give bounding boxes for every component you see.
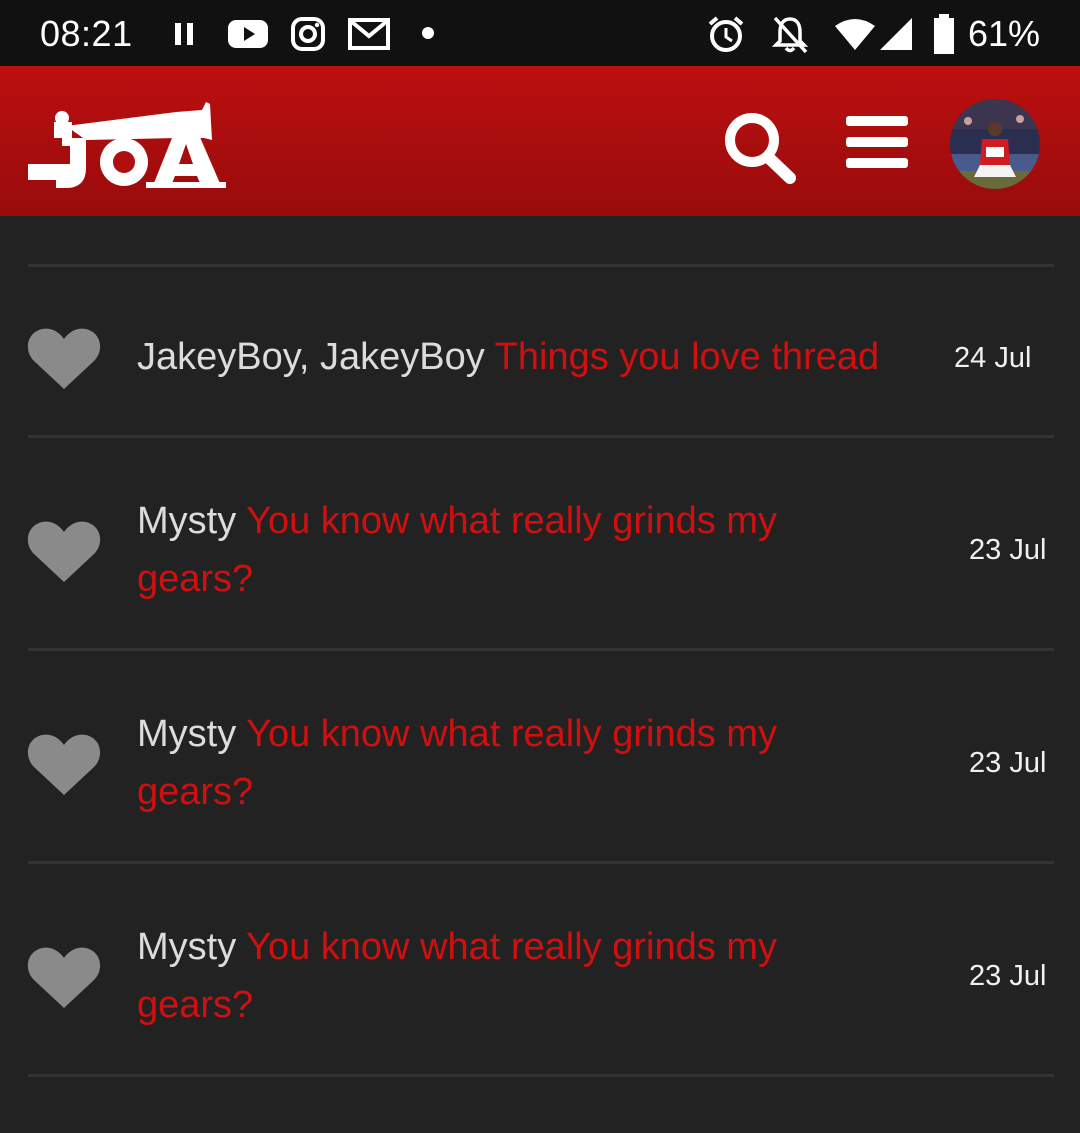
menu-icon [846,116,908,168]
signal-icon [880,18,912,50]
alert-text: Mysty You know what really grinds my gea… [137,705,857,821]
alert-thread-link[interactable]: Things you love thread [495,336,879,378]
heart-icon [27,734,101,795]
app-header [0,66,1080,216]
gmail-icon [348,18,390,50]
alert-user[interactable]: Mysty [137,500,236,542]
alert-text: JakeyBoy, JakeyBoy Things you love threa… [137,328,879,386]
notifications-off-icon [771,16,809,54]
site-logo[interactable] [26,92,226,197]
battery-percentage: 61% [968,13,1041,54]
user-avatar[interactable] [950,99,1040,189]
youtube-icon [228,20,268,48]
alert-date: 23 Jul [969,747,1047,779]
alert-text: Mysty You know what really grinds my gea… [137,492,857,608]
alert-date: 23 Jul [969,534,1047,566]
search-button[interactable] [720,106,800,186]
alert-row[interactable]: Mysty You know what really grinds my gea… [0,651,1080,861]
alert-user[interactable]: Mysty [137,926,236,968]
heart-icon [27,328,101,389]
alert-date: 23 Jul [969,960,1047,992]
alert-text: Mysty You know what really grinds my gea… [137,918,857,1034]
status-bar: 08:21 61% [0,0,1080,66]
alert-row[interactable]: JakeyBoy, JakeyBoy Things you love threa… [0,267,1080,435]
alerts-list: JakeyBoy, JakeyBoy Things you love threa… [0,216,1080,1133]
instagram-icon [291,17,325,51]
alert-user[interactable]: JakeyBoy, JakeyBoy [137,336,485,378]
status-time: 08:21 [40,13,133,54]
menu-button[interactable] [842,112,912,172]
battery-icon [934,14,954,54]
wifi-icon [835,19,875,50]
alert-user[interactable]: Mysty [137,713,236,755]
heart-icon [27,947,101,1008]
alert-row[interactable]: Mysty You know what really grinds my gea… [0,438,1080,648]
alert-row[interactable]: Mysty You know what really grinds my gea… [0,864,1080,1074]
search-icon [725,113,796,184]
heart-icon [27,521,101,582]
dot-icon [422,27,434,39]
divider [28,1074,1054,1077]
alert-date: 24 Jul [954,342,1032,374]
pause-icon [175,23,193,45]
cannon-logo-icon [28,102,226,188]
avatar-image [950,99,1040,189]
alarm-icon [708,16,744,52]
